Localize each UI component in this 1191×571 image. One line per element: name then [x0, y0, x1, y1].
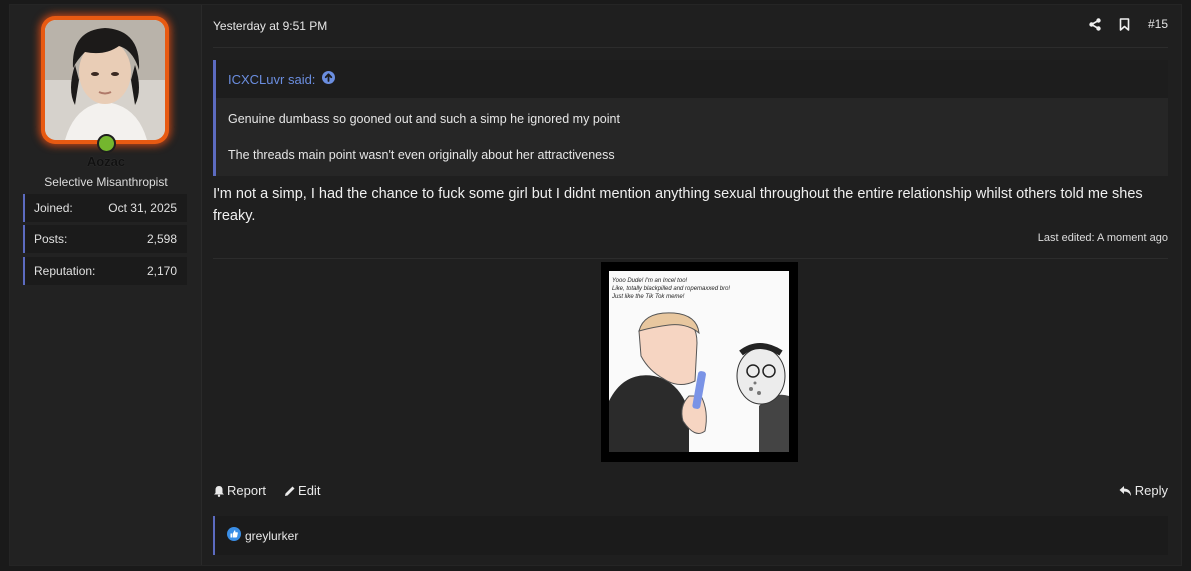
post-actions: Report Edit — [213, 483, 320, 498]
attachment-image[interactable]: Yooo Dude! I'm an Incel too! Like, total… — [601, 262, 798, 462]
quote-text-line: Genuine dumbass so gooned out and such a… — [228, 112, 620, 126]
stat-posts: Posts: 2,598 — [23, 225, 187, 253]
post-top-actions: #15 — [1089, 17, 1168, 31]
quote-block: ICXCLuvr said: Genuine dumbass so gooned… — [213, 60, 1168, 176]
stat-value: 2,170 — [146, 264, 177, 278]
bell-icon — [214, 485, 224, 497]
meme-image: Yooo Dude! I'm an Incel too! Like, total… — [609, 271, 789, 452]
post-body: I'm not a simp, I had the chance to fuck… — [213, 186, 1143, 224]
reactions-bar: greylurker — [213, 516, 1168, 555]
stat-label: Posts: — [34, 232, 68, 246]
header-divider — [213, 47, 1168, 48]
reply-icon — [1119, 485, 1131, 496]
post-main: Yesterday at 9:51 PM #15 ICXCLuvr said: — [213, 5, 1168, 565]
bookmark-icon[interactable] — [1119, 17, 1130, 31]
stat-label: Joined: — [34, 201, 73, 215]
avatar-image — [45, 20, 165, 140]
quote-author[interactable]: ICXCLuvr said: — [228, 72, 315, 87]
edit-label: Edit — [298, 483, 321, 498]
username[interactable]: Aozac — [10, 154, 202, 169]
report-label: Report — [227, 483, 267, 498]
online-status-indicator — [97, 134, 116, 153]
body-divider — [213, 258, 1168, 259]
quote-text-line: The threads main point wasn't even origi… — [228, 148, 615, 162]
user-title: Selective Misanthropist — [44, 175, 168, 189]
pencil-icon — [285, 486, 295, 496]
post-container: Aozac Selective Misanthropist Joined: Oc… — [9, 4, 1182, 566]
stat-reputation: Reputation: 2,170 — [23, 257, 187, 285]
reaction-user-link[interactable]: greylurker — [245, 529, 298, 543]
meme-drawing — [609, 312, 789, 452]
report-button[interactable]: Report — [213, 483, 266, 498]
stat-value: Oct 31, 2025 — [108, 201, 177, 215]
quote-header: ICXCLuvr said: — [216, 60, 1168, 98]
post-date[interactable]: Yesterday at 9:51 PM — [213, 19, 327, 33]
like-icon[interactable] — [227, 527, 241, 544]
post-number[interactable]: #15 — [1148, 17, 1168, 31]
last-edited: Last edited: A moment ago — [1037, 232, 1168, 244]
arrow-up-circle-icon[interactable] — [322, 71, 336, 87]
share-icon[interactable] — [1089, 17, 1101, 31]
reply-label: Reply — [1134, 483, 1168, 498]
edit-button[interactable]: Edit — [284, 483, 320, 498]
user-column: Aozac Selective Misanthropist Joined: Oc… — [10, 5, 202, 565]
stat-label: Reputation: — [34, 264, 96, 278]
reply-button[interactable]: Reply — [1119, 483, 1168, 498]
stat-joined: Joined: Oct 31, 2025 — [23, 194, 187, 222]
stat-value: 2,598 — [146, 232, 177, 246]
avatar[interactable] — [41, 16, 169, 144]
